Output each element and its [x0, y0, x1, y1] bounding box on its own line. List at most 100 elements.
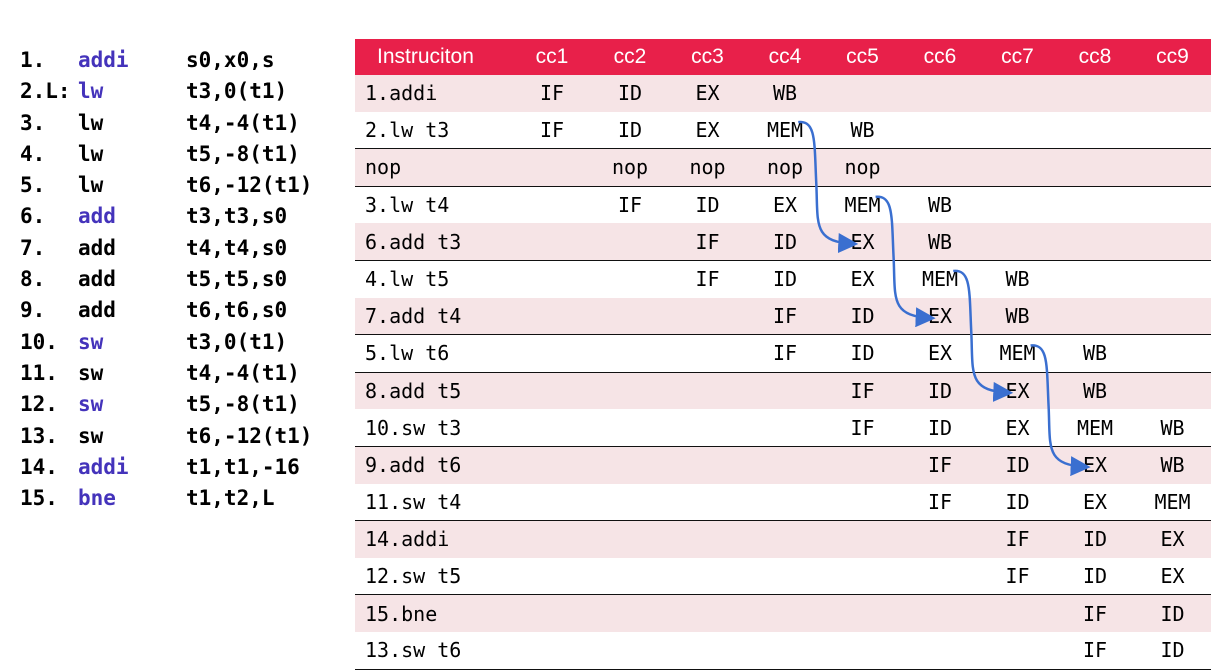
stage-cell: ID	[746, 223, 824, 261]
pipeline-row: 10.sw t3 IF ID EX MEM WB	[355, 409, 1211, 447]
code-line-number: 13.	[20, 423, 58, 448]
code-line-operands: t6,-12(t1)	[186, 423, 313, 448]
code-line-operands: t6,t6,s0	[186, 298, 288, 323]
instruction-cell: 1.addi	[355, 75, 513, 112]
stage-cell: EX	[1056, 446, 1134, 484]
stage-cell	[513, 483, 591, 522]
code-line-operands: t6,-12(t1)	[186, 173, 313, 198]
stage-cell: WB	[927, 193, 953, 218]
stage-cell	[901, 111, 979, 150]
column-header-cycle: cc2	[591, 39, 669, 75]
stage-cell	[746, 483, 824, 522]
stage-cell	[979, 148, 1056, 187]
stage-cell	[513, 631, 591, 670]
stage-cell	[901, 520, 979, 558]
code-line-opcode: add	[78, 235, 116, 260]
stage-cell: IF	[513, 111, 591, 150]
stage-cell	[513, 409, 591, 447]
code-line-number: 10.	[20, 329, 58, 354]
stage-cell	[1056, 297, 1134, 336]
pipeline-row: 1.addi IF ID EX WB	[355, 75, 1211, 112]
pipeline-row: 5.lw t6 IF ID EX MEM WB	[355, 334, 1211, 373]
stage-cell	[901, 557, 979, 596]
stage-cell	[1134, 372, 1211, 410]
stage-cell: ID	[979, 446, 1056, 484]
stage-cell: WB	[1056, 372, 1134, 410]
stage-cell: EX	[1134, 520, 1211, 558]
code-line-opcode: add	[78, 298, 116, 323]
stage-cell: WB	[1005, 267, 1030, 292]
stage-cell: MEM	[979, 334, 1056, 373]
stage-cell	[513, 557, 591, 596]
pipeline-row: 6.add t3 IF ID EX WB	[355, 223, 1211, 261]
stage-cell: IF	[669, 223, 746, 261]
instruction-cell: 14.addi	[355, 520, 513, 558]
stage-cell	[746, 520, 824, 558]
stage-cell: EX	[669, 75, 746, 112]
code-line-operands: t5,t5,s0	[186, 267, 288, 292]
stage-cell	[824, 557, 901, 596]
instruction-cell: 12.sw t5	[355, 557, 513, 596]
stage-cell	[669, 334, 746, 373]
stage-cell: IF	[695, 267, 720, 292]
code-line-number: 9.	[20, 298, 46, 323]
stage-cell	[1056, 186, 1134, 223]
stage-cell	[669, 594, 746, 632]
stage-cell: EX	[850, 267, 875, 292]
code-line-operands: t5,-8(t1)	[186, 141, 300, 166]
stage-cell: ID	[1056, 557, 1134, 596]
stage-cell: MEM	[746, 111, 824, 150]
stage-cell	[669, 557, 746, 596]
stage-cell: EX	[772, 193, 798, 218]
code-line-opcode: bne	[78, 486, 116, 511]
pipeline-row: 3.lw t4 IF ID EX MEM WB	[355, 186, 1211, 223]
stage-cell	[591, 223, 669, 261]
stage-cell: WB	[746, 75, 824, 112]
code-line-opcode: add	[78, 267, 116, 292]
stage-cell: ID	[979, 483, 1056, 522]
stage-cell	[979, 631, 1056, 670]
stage-cell: ID	[1134, 631, 1211, 670]
stage-cell: IF	[901, 483, 979, 522]
pipeline-row: 13.sw t6 IF ID	[355, 631, 1211, 670]
column-header-instruction: Instruciton	[355, 39, 513, 75]
stage-cell: ID	[591, 111, 669, 150]
stage-cell	[1134, 148, 1211, 187]
stage-cell	[901, 75, 979, 112]
stage-cell: EX	[1056, 483, 1134, 522]
stage-cell: WB	[1134, 446, 1211, 484]
stage-cell	[746, 594, 824, 632]
code-line-operands: t5,-8(t1)	[186, 392, 300, 417]
cropped-heading-fragment	[0, 0, 1227, 12]
stage-cell	[1056, 260, 1134, 297]
pipeline-row: 4.lw t5 IF ID EX MEM WB	[355, 260, 1211, 297]
code-line-opcode: lw	[78, 173, 104, 198]
stage-cell	[824, 75, 901, 112]
stage-cell	[901, 631, 979, 670]
code-line-operands: t4,t4,s0	[186, 235, 288, 260]
instruction-cell: 5.lw t6	[355, 334, 513, 373]
stage-cell: ID	[901, 409, 979, 447]
column-header-cycle: cc4	[746, 39, 824, 75]
stage-cell	[1134, 334, 1211, 373]
stage-cell	[591, 409, 669, 447]
column-header-cycle: cc9	[1134, 39, 1211, 75]
stage-cell	[979, 594, 1056, 632]
pipeline-row: 9.add t6 IF ID EX WB	[355, 446, 1211, 484]
pipeline-row: 12.sw t5 IF ID EX	[355, 557, 1211, 596]
stage-cell: IF	[824, 409, 901, 447]
stage-cell: EX	[1134, 557, 1211, 596]
stage-cell	[513, 297, 591, 336]
stage-cell	[979, 111, 1056, 150]
stage-cell	[1056, 111, 1134, 150]
stage-cell	[591, 631, 669, 670]
instruction-cell: 11.sw t4	[355, 483, 513, 522]
stage-cell	[513, 260, 591, 297]
code-line-operands: t1,t1,-16	[186, 454, 300, 479]
stage-cell	[591, 446, 669, 484]
stage-cell: IF	[746, 297, 824, 336]
stage-cell: ID	[824, 297, 901, 336]
pipeline-row: 8.add t5 IF ID EX WB	[355, 372, 1211, 410]
code-line-number: 3.	[20, 110, 46, 135]
code-line-operands: t4,-4(t1)	[186, 110, 300, 135]
